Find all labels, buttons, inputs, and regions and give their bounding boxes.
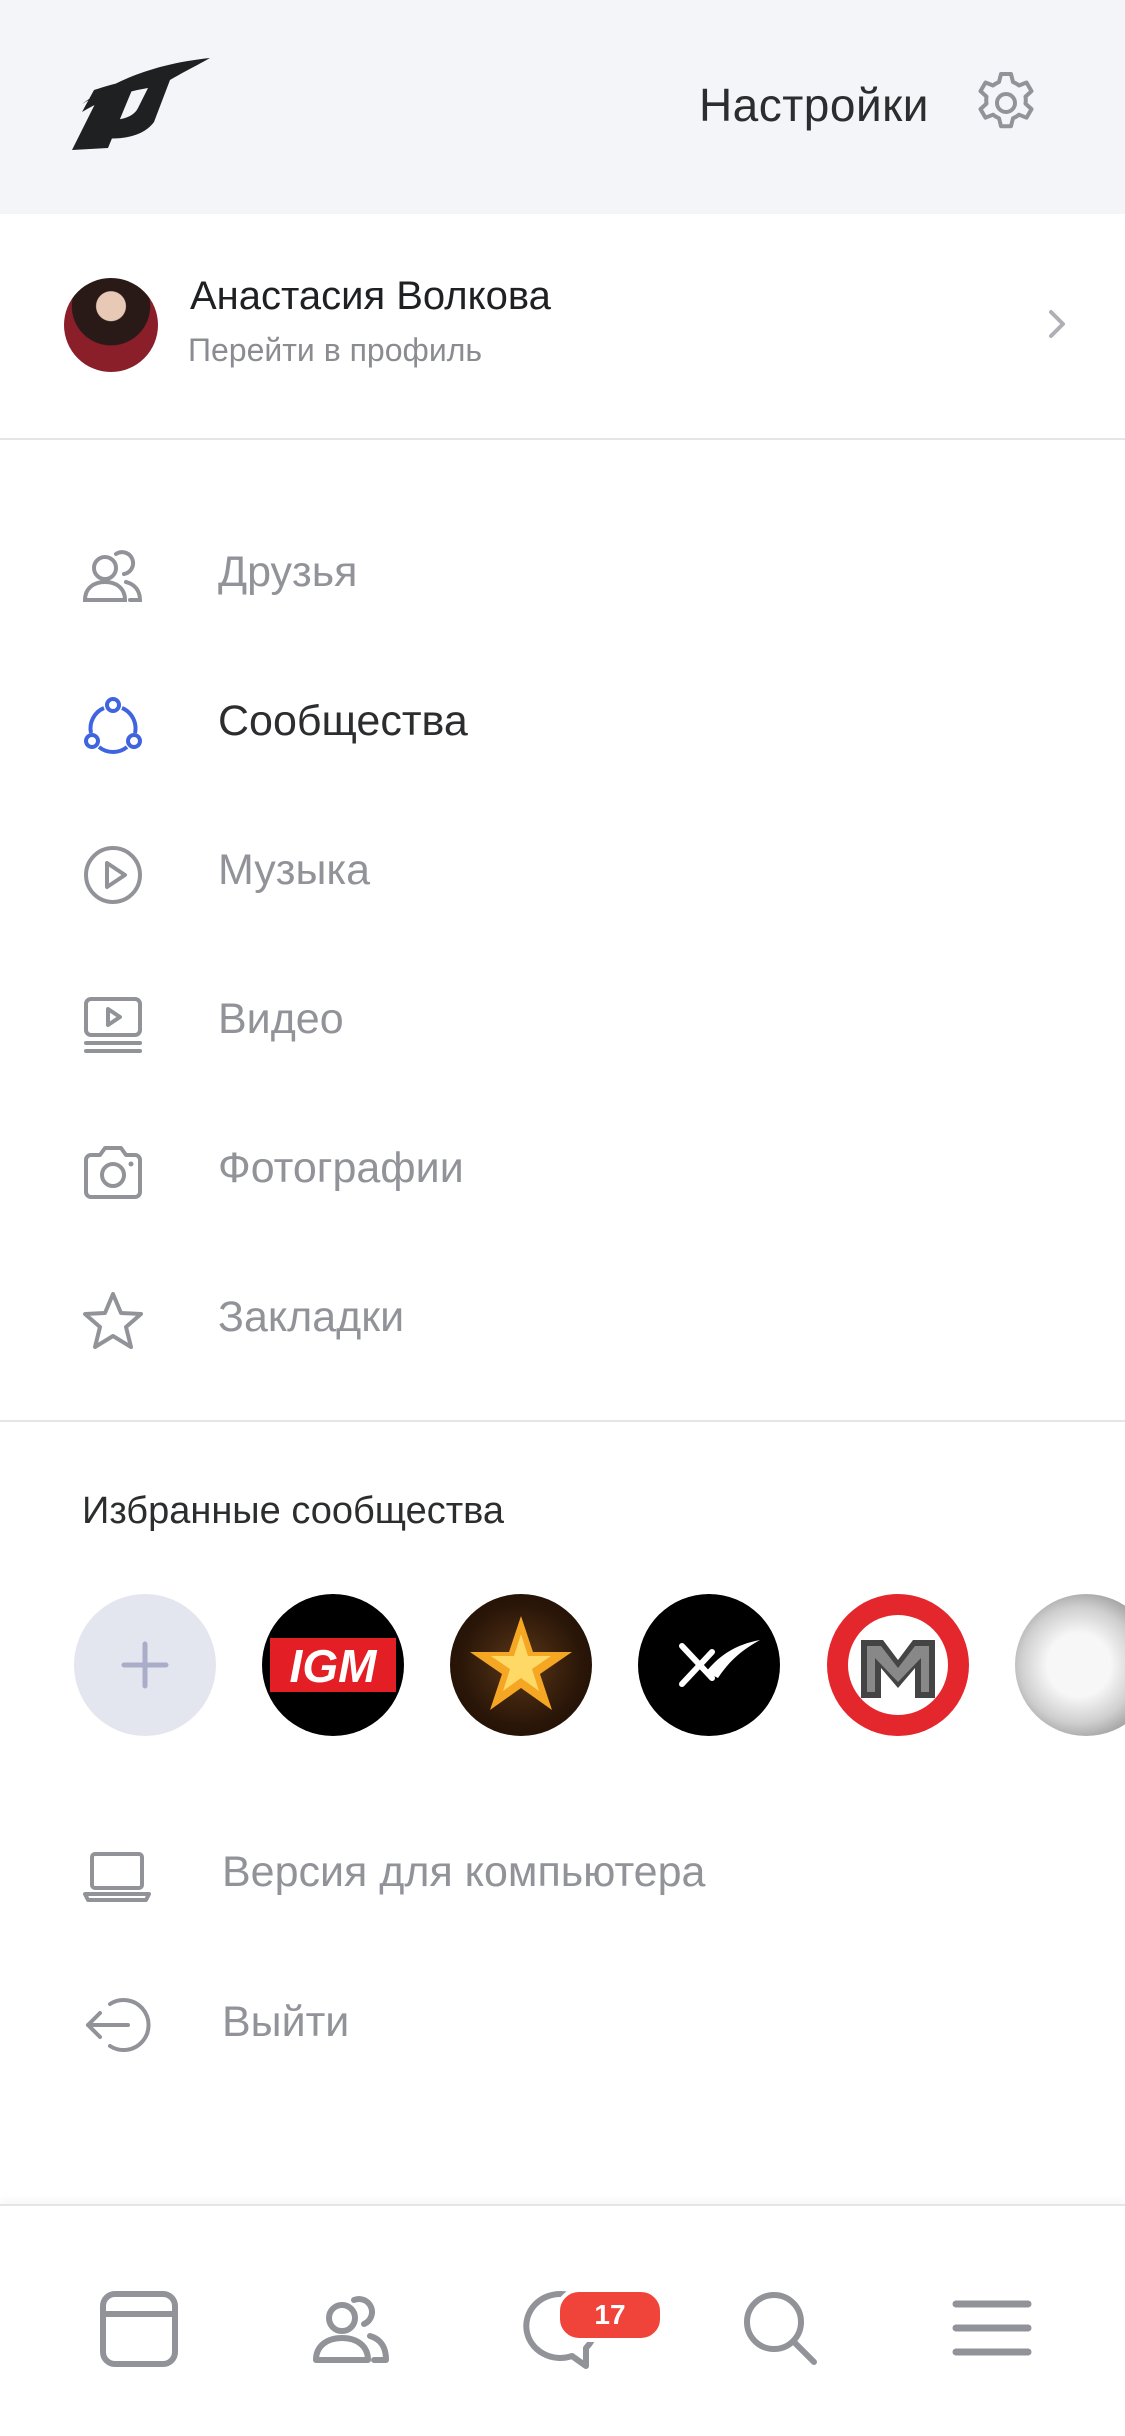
favorite-community-star[interactable] (450, 1594, 592, 1736)
m-logo-icon (848, 1615, 948, 1715)
menu-item-photos[interactable]: Фотографии (0, 1096, 1125, 1245)
chevron-right-icon (1049, 310, 1065, 338)
play-circle-icon (84, 846, 142, 904)
menu-item-music[interactable]: Музыка (0, 798, 1125, 947)
svg-text:IGM: IGM (290, 1640, 379, 1692)
main-menu: Друзья Сообщества Музыка Видео Фотографи… (0, 500, 1125, 1394)
tab-news-icon[interactable] (97, 2286, 181, 2370)
logout-item[interactable]: Выйти (0, 1948, 1125, 2098)
messages-badge: 17 (556, 2288, 664, 2342)
x-logo-icon (679, 1640, 760, 1687)
favorite-community-red-m[interactable] (827, 1594, 969, 1736)
star-logo-icon (470, 1616, 572, 1710)
igm-logo-icon: IGM (270, 1638, 396, 1692)
menu-label-communities: Сообщества (218, 697, 468, 745)
menu-item-communities[interactable]: Сообщества (0, 649, 1125, 798)
desktop-version-label: Версия для компьютера (222, 1848, 706, 1896)
favorite-community-igm[interactable]: IGM (262, 1594, 404, 1736)
menu-label-friends: Друзья (218, 548, 358, 596)
settings-title[interactable]: Настройки (699, 78, 929, 132)
logout-label: Выйти (222, 1998, 350, 2046)
menu-label-video: Видео (218, 995, 344, 1043)
favorite-community-silver[interactable] (1015, 1594, 1125, 1736)
laptop-icon (83, 1852, 151, 1902)
plus-icon (121, 1641, 169, 1689)
favorites-title: Избранные сообщества (82, 1490, 505, 1532)
friends-icon (82, 550, 143, 602)
favorites-row[interactable]: IGM (0, 1594, 1125, 1740)
menu-item-video[interactable]: Видео (0, 947, 1125, 1096)
profile-link[interactable]: Перейти в профиль (188, 332, 482, 369)
tab-search-icon[interactable] (738, 2286, 822, 2370)
menu-item-friends[interactable]: Друзья (0, 500, 1125, 649)
communities-icon (84, 697, 142, 755)
header: Настройки (0, 0, 1125, 214)
divider (0, 1420, 1125, 1422)
camera-icon (84, 1146, 142, 1199)
menu-label-bookmarks: Закладки (218, 1293, 405, 1341)
extra-actions: Версия для компьютера Выйти (0, 1798, 1125, 2098)
menu-item-bookmarks[interactable]: Закладки (0, 1245, 1125, 1394)
profile-row[interactable]: Анастасия Волкова Перейти в профиль (0, 214, 1125, 440)
tab-menu-icon[interactable] (950, 2286, 1034, 2370)
gear-icon[interactable] (973, 70, 1039, 136)
menu-label-music: Музыка (218, 846, 371, 894)
desktop-version-item[interactable]: Версия для компьютера (0, 1798, 1125, 1948)
logout-icon (86, 1998, 151, 2052)
tab-friends-icon[interactable] (308, 2286, 392, 2370)
profile-name: Анастасия Волкова (190, 274, 551, 318)
avatar[interactable] (64, 278, 158, 372)
menu-label-photos: Фотографии (218, 1144, 464, 1192)
app-logo-icon (72, 58, 210, 150)
video-icon (84, 997, 142, 1053)
tab-bar: 17 (0, 2204, 1125, 2436)
star-icon (83, 1292, 143, 1349)
add-favorite-button[interactable] (74, 1594, 216, 1736)
page: Настройки Анастасия Волкова Перейти в пр… (0, 0, 1125, 2436)
favorite-community-x[interactable] (638, 1594, 780, 1736)
